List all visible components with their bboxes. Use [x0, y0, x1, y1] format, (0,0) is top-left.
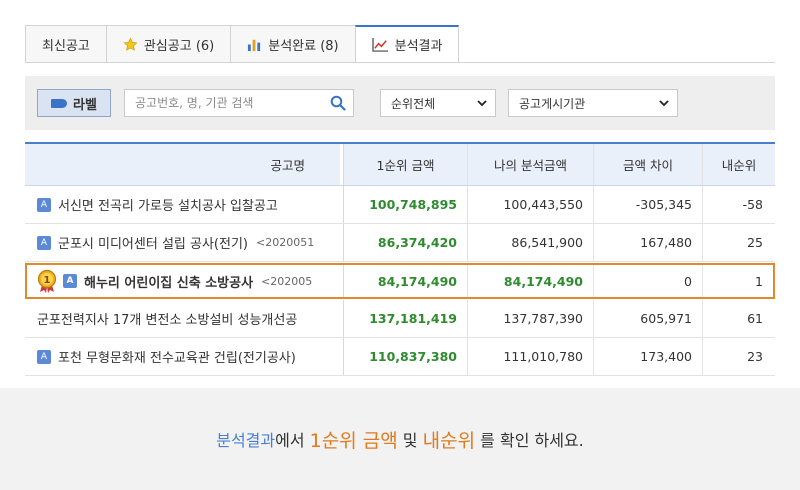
tab-favorites[interactable]: 관심공고 (6): [105, 25, 231, 63]
row-name[interactable]: 해누리 어린이집 신축 소방공사: [84, 272, 253, 291]
row-rank1-amount: 100,748,895: [343, 186, 467, 223]
tab-bar: 최신공고 관심공고 (6) 분석완료 (8) 분석결과: [25, 25, 460, 63]
row-my-amount: 100,443,550: [467, 186, 593, 223]
row-rank1-amount: 137,181,419: [343, 300, 467, 337]
table-row[interactable]: A 군포시 미디어센터 설립 공사(전기) <2020051 86,374,42…: [25, 224, 775, 262]
header-diff[interactable]: 금액 차이: [593, 144, 702, 185]
tab-divider: [25, 62, 775, 63]
tab-favorites-label: 관심공고 (6): [143, 38, 215, 54]
label-button[interactable]: 라벨: [37, 89, 111, 117]
row-diff: 173,400: [593, 338, 702, 375]
a-badge-icon: A: [37, 197, 51, 212]
table-header: 공고명 1순위 금액 나의 분석금액 금액 차이 내순위: [25, 142, 775, 186]
header-my-amount[interactable]: 나의 분석금액: [467, 144, 593, 185]
bar-chart-icon: [247, 37, 262, 52]
row-my-rank: 1: [702, 263, 775, 299]
chevron-down-icon: [477, 96, 487, 110]
row-diff: 605,971: [593, 300, 702, 337]
tab-results-label: 분석결과: [394, 39, 443, 54]
row-name-cell: 군포전력지사 17개 변전소 소방설비 성능개선공: [25, 300, 340, 337]
tab-latest[interactable]: 최신공고: [25, 25, 106, 63]
a-badge-icon: A: [37, 235, 51, 250]
row-diff: 167,480: [593, 224, 702, 261]
row-rank1-amount: 110,837,380: [343, 338, 467, 375]
banner-text-3: 를 확인 하세요.: [475, 431, 584, 450]
row-name-cell: 1 A 해누리 어린이집 신축 소방공사 <202005: [25, 263, 340, 299]
label-button-text: 라벨: [73, 97, 97, 113]
banner-rank1-amount: 1순위 금액: [309, 429, 398, 452]
results-table: 공고명 1순위 금액 나의 분석금액 금액 차이 내순위 A 서신면 전곡리 가…: [25, 142, 775, 376]
line-chart-icon: [372, 37, 389, 52]
header-my-rank[interactable]: 내순위: [702, 144, 775, 185]
header-name[interactable]: 공고명: [25, 144, 340, 185]
row-name[interactable]: 포천 무형문화재 전수교육관 건립(전기공사): [58, 347, 296, 366]
row-name[interactable]: 서신면 전곡리 가로등 설치공사 입찰공고: [58, 195, 278, 214]
row-my-rank: 61: [702, 300, 775, 337]
banner-text-1: 에서: [275, 431, 310, 450]
rank-select[interactable]: 순위전체: [380, 89, 496, 117]
search-input[interactable]: [125, 90, 323, 116]
row-name-cell: A 서신면 전곡리 가로등 설치공사 입찰공고: [25, 186, 340, 223]
gold-medal-icon: 1: [37, 269, 57, 293]
org-select-value: 공고게시기관: [519, 96, 586, 111]
a-badge-icon: A: [37, 349, 51, 364]
org-select[interactable]: 공고게시기관: [508, 89, 678, 117]
tab-analyzed[interactable]: 분석완료 (8): [230, 25, 355, 63]
tab-analyzed-label: 분석완료 (8): [268, 38, 339, 54]
banner-analysis-result: 분석결과: [216, 431, 276, 450]
chevron-down-icon: [659, 96, 669, 110]
rank-select-value: 순위전체: [391, 96, 436, 111]
a-badge-icon: A: [63, 274, 77, 288]
row-my-amount: 111,010,780: [467, 338, 593, 375]
row-my-rank: -58: [702, 186, 775, 223]
row-diff: 0: [593, 263, 702, 299]
row-my-amount: 137,787,390: [467, 300, 593, 337]
svg-text:1: 1: [44, 275, 51, 286]
row-my-amount: 84,174,490: [467, 263, 593, 299]
row-name-cell: A 군포시 미디어센터 설립 공사(전기) <2020051: [25, 224, 340, 261]
row-rank1-amount: 86,374,420: [343, 224, 467, 261]
info-banner: 분석결과 에서 1순위 금액 및 내순위 를 확인 하세요.: [0, 388, 800, 490]
search-box: [124, 89, 354, 117]
row-my-amount: 86,541,900: [467, 224, 593, 261]
row-diff: -305,345: [593, 186, 702, 223]
filter-bar: 라벨 순위전체 공고게시기관: [25, 76, 775, 130]
row-my-rank: 23: [702, 338, 775, 375]
row-name[interactable]: 군포전력지사 17개 변전소 소방설비 성능개선공: [37, 309, 297, 328]
header-rank1-amount[interactable]: 1순위 금액: [343, 144, 467, 185]
table-row[interactable]: 군포전력지사 17개 변전소 소방설비 성능개선공 137,181,419 13…: [25, 300, 775, 338]
search-icon[interactable]: [323, 90, 353, 116]
table-row-highlighted[interactable]: 1 A 해누리 어린이집 신축 소방공사 <202005 84,174,490 …: [25, 263, 775, 299]
row-name[interactable]: 군포시 미디어센터 설립 공사(전기): [58, 233, 248, 252]
star-icon: [123, 37, 138, 52]
tab-latest-label: 최신공고: [42, 38, 90, 54]
row-date: <2020051: [255, 236, 315, 249]
banner-my-rank: 내순위: [422, 429, 476, 452]
table-row[interactable]: A 서신면 전곡리 가로등 설치공사 입찰공고 100,748,895 100,…: [25, 186, 775, 224]
tab-results[interactable]: 분석결과: [354, 25, 460, 63]
table-row[interactable]: A 포천 무형문화재 전수교육관 건립(전기공사) 110,837,380 11…: [25, 338, 775, 376]
row-name-cell: A 포천 무형문화재 전수교육관 건립(전기공사): [25, 338, 340, 375]
banner-text-2: 및: [397, 431, 423, 450]
row-rank1-amount: 84,174,490: [343, 263, 467, 299]
row-my-rank: 25: [702, 224, 775, 261]
row-date: <202005: [261, 274, 313, 288]
tag-icon: [51, 98, 68, 108]
